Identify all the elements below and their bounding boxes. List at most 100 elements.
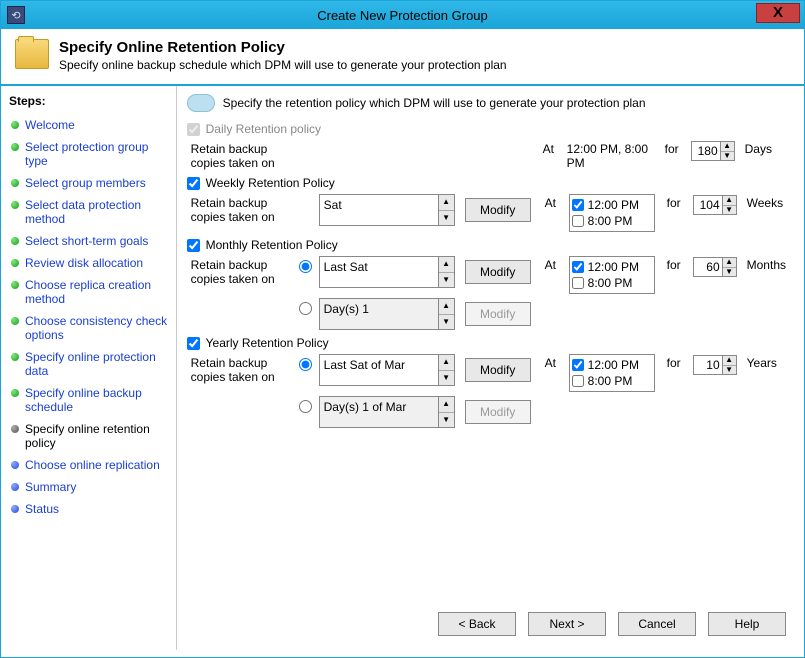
- yearly-radio-1[interactable]: [299, 358, 312, 371]
- step-label: Select short-term goals: [25, 234, 148, 248]
- step-8[interactable]: Specify online protection data: [1, 346, 176, 382]
- list-down[interactable]: ▼: [439, 371, 454, 386]
- list-up[interactable]: ▲: [439, 397, 454, 413]
- at-label: At: [545, 354, 565, 370]
- list-down[interactable]: ▼: [439, 211, 454, 226]
- yearly-time1-check[interactable]: [572, 359, 584, 371]
- yearly-duration-input[interactable]: [694, 356, 722, 374]
- step-12[interactable]: Summary: [1, 476, 176, 498]
- monthly-time2-check[interactable]: [572, 277, 584, 289]
- at-label: At: [545, 194, 565, 210]
- weekly-duration-input[interactable]: [694, 196, 722, 214]
- titlebar: ⟲ Create New Protection Group X: [1, 1, 804, 29]
- list-up[interactable]: ▲: [439, 195, 454, 211]
- step-4[interactable]: Select short-term goals: [1, 230, 176, 252]
- yearly-time2-check[interactable]: [572, 375, 584, 387]
- monthly-modify1-button[interactable]: Modify: [465, 260, 531, 284]
- list-up[interactable]: ▲: [439, 355, 454, 371]
- list-up[interactable]: ▲: [439, 257, 454, 273]
- step-bullet-icon: [11, 353, 19, 361]
- step-label: Specify online retention policy: [25, 422, 168, 450]
- step-label: Specify online backup schedule: [25, 386, 168, 414]
- monthly-checkbox[interactable]: [187, 239, 200, 252]
- weekly-section: Weekly Retention Policy Retain backup co…: [187, 176, 786, 232]
- step-label: Choose online replication: [25, 458, 160, 472]
- step-0[interactable]: Welcome: [1, 114, 176, 136]
- monthly-modify2-button: Modify: [465, 302, 531, 326]
- step-label: Choose consistency check options: [25, 314, 168, 342]
- step-5[interactable]: Review disk allocation: [1, 252, 176, 274]
- spin-down[interactable]: ▼: [723, 206, 736, 215]
- step-bullet-icon: [11, 281, 19, 289]
- for-label: for: [665, 140, 687, 156]
- list-up[interactable]: ▲: [439, 299, 454, 315]
- step-10[interactable]: Specify online retention policy: [1, 418, 176, 454]
- step-7[interactable]: Choose consistency check options: [1, 310, 176, 346]
- weekly-time1-check[interactable]: [572, 199, 584, 211]
- step-11[interactable]: Choose online replication: [1, 454, 176, 476]
- daily-duration-spinner[interactable]: ▲▼: [691, 141, 735, 161]
- step-bullet-icon: [11, 461, 19, 469]
- spin-down[interactable]: ▼: [721, 152, 734, 161]
- weekly-duration-spinner[interactable]: ▲▼: [693, 195, 737, 215]
- monthly-opt2-list[interactable]: Day(s) 1 ▲▼: [319, 298, 455, 330]
- weekly-schedule-list[interactable]: Sat ▲▼: [319, 194, 455, 226]
- yearly-opt2-list[interactable]: Day(s) 1 of Mar ▲▼: [319, 396, 455, 428]
- daily-duration-input[interactable]: [692, 142, 720, 160]
- list-down[interactable]: ▼: [439, 315, 454, 330]
- step-label: Welcome: [25, 118, 75, 132]
- spin-down[interactable]: ▼: [723, 366, 736, 375]
- yearly-modify2-button: Modify: [465, 400, 531, 424]
- help-button[interactable]: Help: [708, 612, 786, 636]
- weekly-time-box: 12:00 PM 8:00 PM: [569, 194, 655, 232]
- weekly-checkbox[interactable]: [187, 177, 200, 190]
- yearly-unit: Years: [747, 354, 777, 370]
- step-2[interactable]: Select group members: [1, 172, 176, 194]
- for-label: for: [667, 256, 689, 272]
- step-13[interactable]: Status: [1, 498, 176, 520]
- step-bullet-icon: [11, 179, 19, 187]
- cancel-button[interactable]: Cancel: [618, 612, 696, 636]
- step-1[interactable]: Select protection group type: [1, 136, 176, 172]
- cloud-icon: [187, 94, 215, 112]
- wizard-header: Specify Online Retention Policy Specify …: [1, 29, 804, 86]
- step-bullet-icon: [11, 237, 19, 245]
- step-9[interactable]: Specify online backup schedule: [1, 382, 176, 418]
- page-subtitle: Specify online backup schedule which DPM…: [59, 58, 507, 72]
- monthly-opt1-list[interactable]: Last Sat ▲▼: [319, 256, 455, 288]
- step-bullet-icon: [11, 425, 19, 433]
- step-label: Select group members: [25, 176, 146, 190]
- weekly-time2-check[interactable]: [572, 215, 584, 227]
- app-icon: ⟲: [7, 6, 25, 24]
- step-label: Status: [25, 502, 59, 516]
- list-down[interactable]: ▼: [439, 273, 454, 288]
- monthly-duration-spinner[interactable]: ▲▼: [693, 257, 737, 277]
- step-bullet-icon: [11, 201, 19, 209]
- step-bullet-icon: [11, 505, 19, 513]
- step-bullet-icon: [11, 121, 19, 129]
- monthly-time1-check[interactable]: [572, 261, 584, 273]
- back-button[interactable]: < Back: [438, 612, 516, 636]
- daily-checkbox: [187, 123, 200, 136]
- step-6[interactable]: Choose replica creation method: [1, 274, 176, 310]
- yearly-opt1-list[interactable]: Last Sat of Mar ▲▼: [319, 354, 455, 386]
- list-down[interactable]: ▼: [439, 413, 454, 428]
- next-button[interactable]: Next >: [528, 612, 606, 636]
- yearly-checkbox[interactable]: [187, 337, 200, 350]
- close-button[interactable]: X: [756, 3, 800, 23]
- monthly-radio-2[interactable]: [299, 302, 312, 315]
- step-3[interactable]: Select data protection method: [1, 194, 176, 230]
- monthly-radio-1[interactable]: [299, 260, 312, 273]
- yearly-radio-2[interactable]: [299, 400, 312, 413]
- protection-group-wizard: ⟲ Create New Protection Group X Specify …: [0, 0, 805, 658]
- yearly-duration-spinner[interactable]: ▲▼: [693, 355, 737, 375]
- spin-down[interactable]: ▼: [723, 268, 736, 277]
- monthly-duration-input[interactable]: [694, 258, 722, 276]
- step-bullet-icon: [11, 317, 19, 325]
- monthly-unit: Months: [747, 256, 786, 272]
- weekly-modify-button[interactable]: Modify: [465, 198, 531, 222]
- monthly-time-box: 12:00 PM 8:00 PM: [569, 256, 655, 294]
- retain-label: Retain backup copies taken on: [191, 140, 293, 170]
- yearly-modify1-button[interactable]: Modify: [465, 358, 531, 382]
- wizard-footer: < Back Next > Cancel Help: [438, 612, 786, 636]
